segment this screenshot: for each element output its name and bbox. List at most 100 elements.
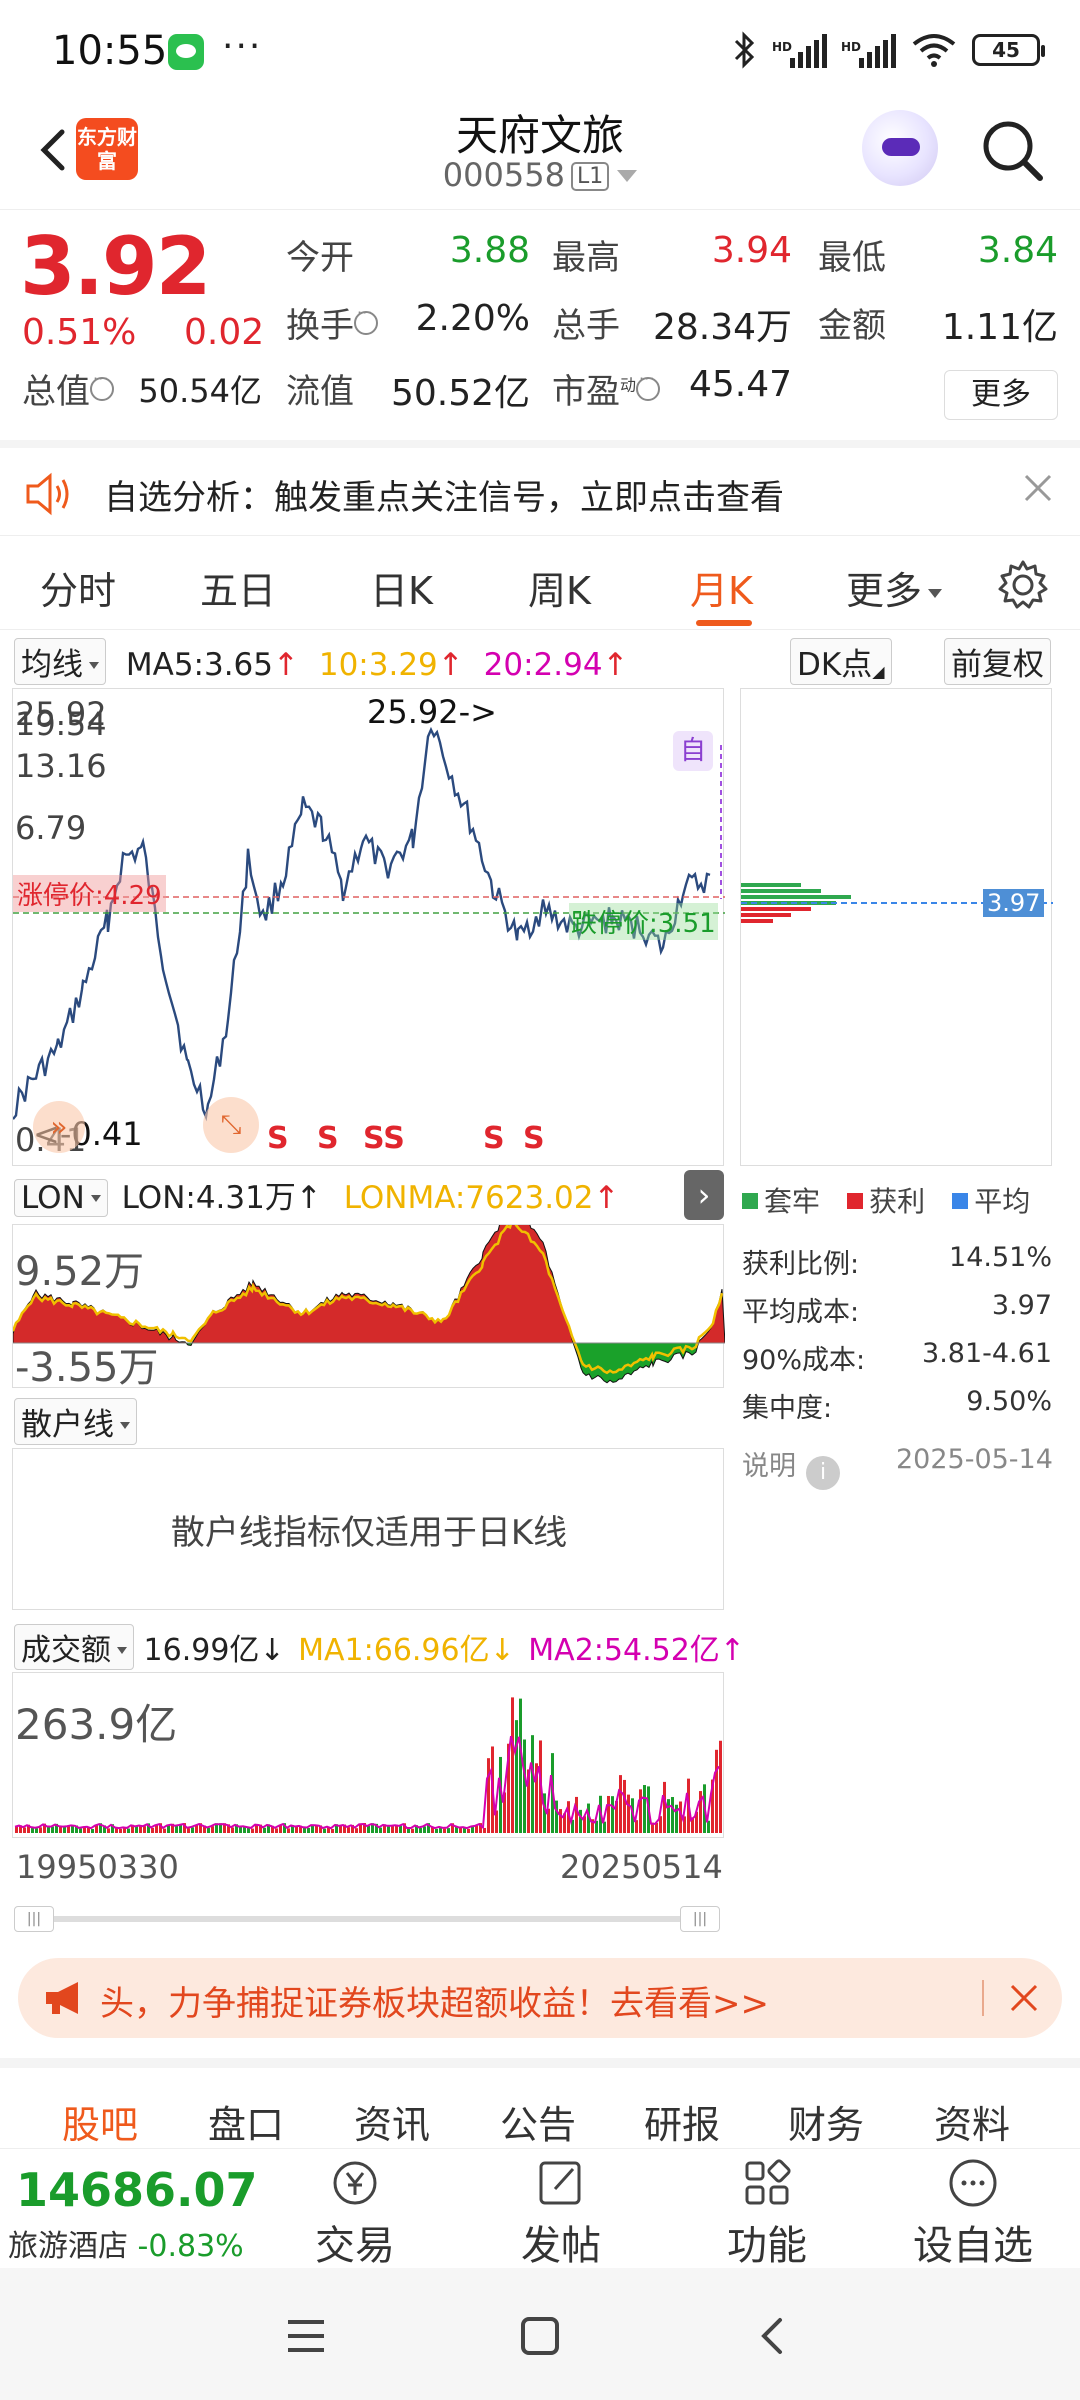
post-button[interactable]: 发帖 bbox=[496, 2155, 626, 2271]
lon-value: LON:4.31万 bbox=[121, 1180, 296, 1216]
volume-bar bbox=[435, 1828, 438, 1833]
chip-legend: 套牢 获利 平均 bbox=[742, 1180, 1052, 1220]
volume-bar bbox=[643, 1785, 646, 1833]
low-value: 3.84 bbox=[977, 230, 1058, 271]
tab-profile[interactable]: 资料 bbox=[934, 2094, 1010, 2149]
self-select-badge[interactable]: 自 bbox=[673, 731, 713, 771]
caret-icon bbox=[928, 589, 943, 598]
ma-select[interactable]: 均线 bbox=[14, 638, 106, 685]
pe-value: 45.47 bbox=[688, 364, 792, 405]
tab-weekly-k[interactable]: 周K bbox=[528, 560, 591, 615]
sector-index-value[interactable]: 14686.07 bbox=[16, 2163, 258, 2217]
volume-bar bbox=[331, 1828, 334, 1833]
more-button[interactable]: 更多 bbox=[944, 370, 1058, 420]
tab-five-day[interactable]: 五日 bbox=[200, 560, 276, 615]
volume-bar bbox=[531, 1735, 534, 1833]
y-label-4: 6.79 bbox=[15, 809, 87, 847]
current-price: 3.92 bbox=[20, 220, 211, 313]
limit-down-label: 跌停价:3.51 bbox=[569, 903, 718, 940]
tab-research[interactable]: 研报 bbox=[644, 2094, 720, 2149]
tab-more[interactable]: 更多 bbox=[846, 560, 943, 615]
volume-select[interactable]: 成交额 bbox=[14, 1624, 134, 1670]
trade-button[interactable]: 交易 bbox=[290, 2155, 420, 2271]
volume-bar bbox=[163, 1828, 166, 1833]
stat-avg-cost: 平均成本: 3.97 bbox=[742, 1290, 1052, 1328]
tab-intraday[interactable]: 分时 bbox=[40, 560, 116, 615]
volume-row: 成交额 16.99亿↓ MA1:66.96亿↓ MA2:54.52亿↑ bbox=[14, 1624, 745, 1670]
tab-forum[interactable]: 股吧 bbox=[62, 2094, 138, 2149]
expand-icon[interactable]: ⤡ bbox=[203, 1097, 259, 1153]
stat-90-cost: 90%成本: 3.81-4.61 bbox=[742, 1338, 1052, 1376]
open-label: 今开 bbox=[286, 238, 354, 278]
chevron-right-icon[interactable]: › bbox=[684, 1170, 724, 1220]
scroll-left-icon[interactable]: » bbox=[33, 1101, 85, 1153]
dk-point-select[interactable]: DK点◢ bbox=[790, 638, 892, 685]
stat-profit-ratio: 获利比例: 14.51% bbox=[742, 1242, 1052, 1280]
add-watchlist-button[interactable]: 设自选 bbox=[908, 2155, 1038, 2271]
tab-monthly-k[interactable]: 月K bbox=[690, 560, 753, 615]
volume-bar bbox=[91, 1828, 94, 1833]
bluetooth-icon bbox=[734, 31, 755, 69]
promo-text: 头，力争捕捉证券板块超额收益！去看看>> bbox=[100, 1984, 769, 2024]
range-handle-right[interactable]: ||| bbox=[680, 1906, 720, 1932]
volume-bar bbox=[459, 1827, 462, 1833]
kline-chart[interactable]: 25.92 19.54 13.16 6.79 0.41 25.92-> <-0.… bbox=[12, 688, 725, 1166]
volume-chart[interactable]: 263.9亿 bbox=[12, 1672, 724, 1838]
change-amount: 0.02 bbox=[184, 312, 265, 353]
volume-bar bbox=[307, 1827, 310, 1833]
close-icon[interactable] bbox=[1020, 470, 1056, 506]
volume-bar bbox=[51, 1826, 54, 1833]
adjust-select[interactable]: 前复权 bbox=[944, 638, 1051, 685]
megaphone-icon bbox=[46, 1982, 78, 2014]
stock-code-text: 000558 bbox=[442, 156, 565, 194]
volume-bar bbox=[611, 1796, 614, 1833]
level-badge: L1 bbox=[570, 162, 610, 191]
volume-bar bbox=[119, 1828, 122, 1833]
quote-panel: 3.92 0.51% 0.02 今开 3.88 最高 3.94 最低 3.84 … bbox=[0, 212, 1080, 434]
tab-financials[interactable]: 财务 bbox=[788, 2094, 864, 2149]
promo-banner[interactable]: 头，力争捕捉证券板块超额收益！去看看>> bbox=[18, 1958, 1062, 2038]
chip-distribution-chart[interactable]: 3.97 bbox=[740, 688, 1053, 1166]
s-signal: S bbox=[317, 1121, 339, 1156]
search-icon[interactable] bbox=[978, 116, 1048, 186]
gear-icon[interactable] bbox=[996, 558, 1050, 612]
more-notifications-icon: ··· bbox=[222, 26, 263, 67]
wifi-icon bbox=[912, 34, 956, 67]
tab-news[interactable]: 资讯 bbox=[354, 2094, 430, 2149]
high-value: 3.94 bbox=[711, 230, 792, 271]
volume-bar bbox=[511, 1697, 514, 1833]
back-nav-icon[interactable] bbox=[752, 2314, 792, 2358]
lon-select[interactable]: LON bbox=[14, 1179, 108, 1217]
status-bar: 10:55 ··· HD HD 45 bbox=[0, 0, 1080, 100]
functions-button[interactable]: 功能 bbox=[702, 2155, 832, 2271]
range-handle-left[interactable]: ||| bbox=[14, 1906, 54, 1932]
volume-bar bbox=[355, 1828, 358, 1833]
volume-amount: 16.99亿 bbox=[143, 1633, 260, 1668]
analysis-banner[interactable]: 自选分析：触发重点关注信号，立即点击查看 bbox=[0, 440, 1080, 536]
lon-chart[interactable]: 9.52万 -3.55万 bbox=[12, 1224, 725, 1391]
lon-max: 9.52万 bbox=[15, 1249, 145, 1295]
chip-explain-link[interactable]: 说明 i bbox=[742, 1444, 840, 1490]
volume-bar bbox=[603, 1821, 606, 1833]
home-icon[interactable] bbox=[518, 2314, 562, 2358]
edit-icon bbox=[539, 2161, 581, 2205]
open-value: 3.88 bbox=[449, 230, 530, 271]
limit-up-label: 涨停价:4.29 bbox=[13, 875, 166, 912]
system-nav-bar bbox=[0, 2268, 1080, 2400]
active-tab-indicator bbox=[696, 620, 752, 626]
retail-line-select[interactable]: 散户线 bbox=[14, 1398, 137, 1445]
sector-index[interactable]: 旅游酒店 -0.83% bbox=[8, 2221, 244, 2265]
volume-bar bbox=[419, 1827, 422, 1833]
tab-order-book[interactable]: 盘口 bbox=[208, 2094, 284, 2149]
tab-announcements[interactable]: 公告 bbox=[500, 2094, 576, 2149]
tab-daily-k[interactable]: 日K bbox=[370, 560, 433, 615]
ai-assistant-avatar[interactable] bbox=[862, 110, 938, 186]
volume-bar bbox=[607, 1795, 610, 1833]
market-cap-label: 总值 bbox=[22, 364, 114, 413]
close-icon[interactable] bbox=[1006, 1980, 1042, 2016]
s-signal: S bbox=[483, 1121, 505, 1156]
range-slider-track[interactable] bbox=[14, 1916, 720, 1922]
volume-bar bbox=[407, 1828, 410, 1833]
menu-icon[interactable] bbox=[284, 2316, 328, 2356]
volume-bar bbox=[447, 1828, 450, 1833]
